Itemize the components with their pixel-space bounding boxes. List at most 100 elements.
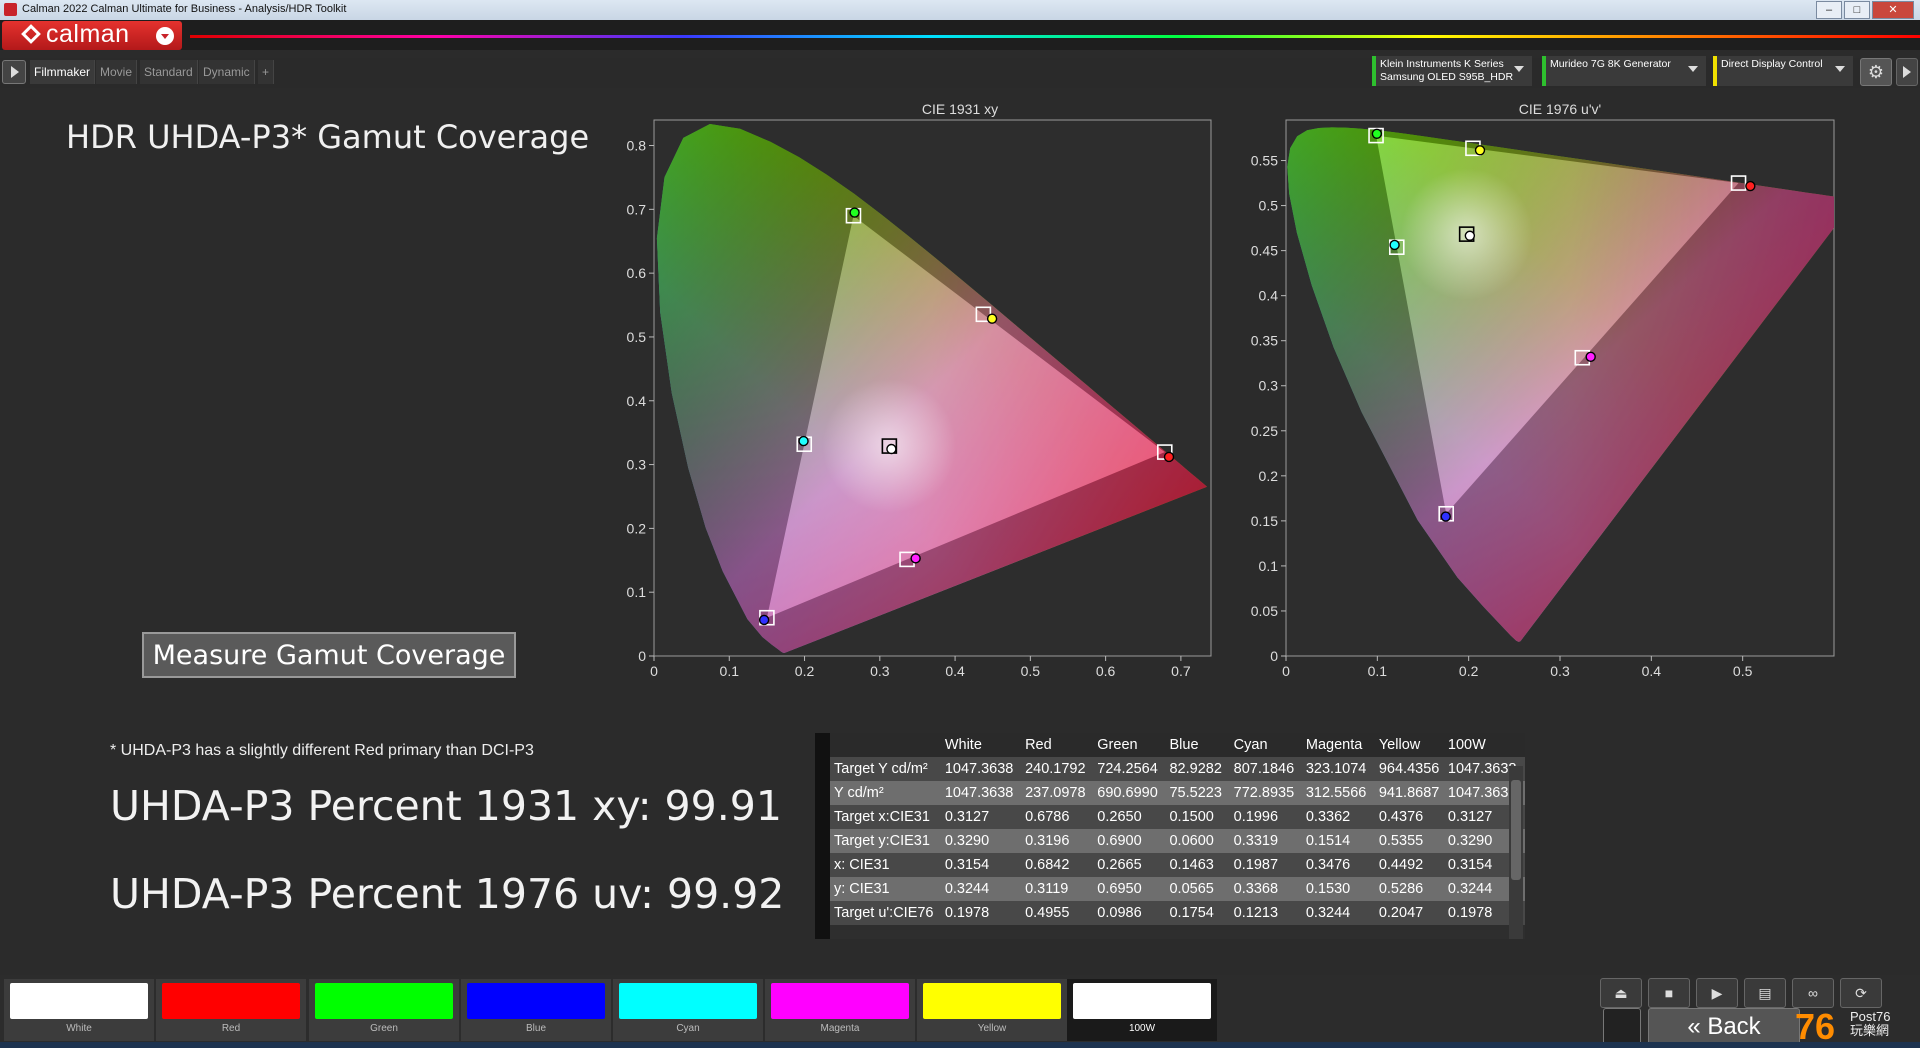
cie1976-chart: CIE 1976 u'v' 0 0.1 0.2 0.3 0.4 0.5 0 0.05 0.1 0.…: [1236, 96, 1836, 692]
measured-point-yellow: [986, 313, 998, 324]
swatch-magenta[interactable]: Magenta: [765, 979, 915, 1041]
column-header: Cyan: [1229, 733, 1302, 757]
table-row[interactable]: Target Y cd/m² 1047.3638 240.1792 724.2564 8…: [830, 757, 1525, 781]
play-workflow-icon[interactable]: [2, 60, 26, 84]
x-tick-label: 0.3: [870, 663, 890, 679]
tab-filmmaker[interactable]: Filmmaker: [30, 60, 95, 84]
maximize-button[interactable]: □: [1844, 1, 1870, 19]
device-generator-selector[interactable]: Murideo 7G 8K Generator: [1542, 56, 1706, 86]
snapshot-button[interactable]: [1603, 1008, 1641, 1046]
chevron-down-icon: [156, 27, 174, 45]
table-cell: 0.4376: [1374, 805, 1444, 829]
table-row[interactable]: y: CIE31 0.3244 0.3119 0.6950 0.0565 0.3368 0.…: [830, 877, 1525, 901]
add-tab-button[interactable]: +: [258, 60, 275, 84]
scrollbar-thumb[interactable]: [1511, 780, 1521, 880]
minimize-button[interactable]: –: [1816, 1, 1842, 19]
stop-icon[interactable]: ■: [1648, 978, 1690, 1008]
page-title: HDR UHDA-P3* Gamut Coverage: [66, 118, 590, 156]
measured-point-blue: [1440, 511, 1451, 522]
row-label: Target y:CIE31: [830, 829, 941, 853]
table-row[interactable]: Y cd/m² 1047.3638 237.0978 690.6990 75.5223 7…: [830, 781, 1525, 805]
window-titlebar: Calman 2022 Calman Ultimate for Business…: [0, 0, 1920, 20]
save-icon[interactable]: ▤: [1744, 978, 1786, 1008]
swatch-label: Yellow: [977, 1023, 1007, 1034]
back-button[interactable]: « Back: [1648, 1008, 1800, 1046]
gear-icon[interactable]: ⚙: [1860, 58, 1892, 86]
table-row[interactable]: x: CIE31 0.3154 0.6842 0.2665 0.1463 0.1987 0.…: [830, 853, 1525, 877]
table-cell: 1047.3638: [940, 757, 1022, 781]
column-header: Blue: [1165, 733, 1230, 757]
x-tick-label: 0: [1282, 663, 1290, 679]
table-cell: 1047.3638: [940, 781, 1022, 805]
y-tick-label: 0.4: [627, 393, 647, 409]
table-cell: 0.1978: [940, 901, 1022, 925]
x-tick-label: 0: [650, 663, 658, 679]
swatch-green[interactable]: Green: [309, 979, 459, 1041]
y-tick-label: 0.35: [1251, 333, 1278, 349]
table-row[interactable]: Target y:CIE31 0.3290 0.3196 0.6900 0.0600 0.…: [830, 829, 1525, 853]
swatch-100w[interactable]: 100W: [1067, 979, 1217, 1041]
table-cell: 0.3244: [1301, 901, 1375, 925]
cie1976-plot: 0 0.1 0.2 0.3 0.4 0.5 0 0.05 0.1 0.15 0.2 0.25 0.3 0.…: [1251, 119, 1835, 679]
device-meter-selector[interactable]: Klein Instruments K Series Samsung OLED …: [1372, 56, 1532, 86]
table-cell: 772.8935: [1229, 781, 1302, 805]
table-row[interactable]: Target u':CIE76 0.1978 0.4955 0.0986 0.1754 0…: [830, 901, 1525, 925]
device-generator-name: Murideo 7G 8K Generator: [1550, 58, 1671, 70]
swatch-yellow[interactable]: Yellow: [917, 979, 1067, 1041]
y-tick-label: 0.1: [627, 584, 647, 600]
row-label: Y cd/m²: [830, 781, 941, 805]
measured-point-magenta: [1585, 351, 1596, 363]
table-row[interactable]: Target x:CIE31 0.3127 0.6786 0.2650 0.1500 0.…: [830, 805, 1525, 829]
swatch-cyan[interactable]: Cyan: [613, 979, 763, 1041]
table-cell: 0.2665: [1093, 853, 1166, 877]
swatch-white[interactable]: White: [4, 979, 154, 1041]
measured-point-cyan: [1389, 239, 1400, 251]
loop-icon[interactable]: ∞: [1792, 978, 1834, 1008]
swatch-label: Green: [370, 1023, 398, 1034]
column-header: Magenta: [1301, 733, 1375, 757]
measured-point-red: [1745, 180, 1756, 192]
table-cell: 0.3196: [1021, 829, 1094, 853]
table-cell: 0.1213: [1229, 901, 1302, 925]
refresh-icon[interactable]: ⟳: [1840, 978, 1882, 1008]
swatch-color: [315, 983, 453, 1019]
window-title: Calman 2022 Calman Ultimate for Business…: [22, 3, 347, 15]
app-logo-text: calman: [46, 20, 130, 48]
measured-point-green: [1371, 128, 1383, 139]
device-display-selector[interactable]: Direct Display Control: [1713, 56, 1853, 86]
y-tick-label: 0.6: [627, 265, 647, 281]
device-meter-name: Klein Instruments K Series: [1380, 58, 1504, 70]
row-label: y: CIE31: [830, 877, 941, 901]
table-cell: 0.1754: [1165, 901, 1230, 925]
table-cell: 0.3154: [940, 853, 1022, 877]
swatch-color: [923, 983, 1061, 1019]
expand-panel-icon[interactable]: [1896, 58, 1918, 86]
tab-movie[interactable]: Movie: [96, 60, 138, 84]
play-icon[interactable]: ▶: [1696, 978, 1738, 1008]
table-cell: 941.8687: [1374, 781, 1444, 805]
swatch-label: Cyan: [676, 1023, 700, 1034]
swatch-blue[interactable]: Blue: [461, 979, 611, 1041]
swatch-red[interactable]: Red: [156, 979, 306, 1041]
measure-gamut-coverage-button[interactable]: Measure Gamut Coverage: [142, 632, 516, 678]
eject-icon[interactable]: ⏏: [1600, 978, 1642, 1008]
x-tick-label: 0.5: [1021, 663, 1041, 679]
calman-menu-button[interactable]: calman: [2, 20, 182, 50]
table-cell: 807.1846: [1229, 757, 1302, 781]
app-icon: [4, 3, 17, 16]
measurement-table: White Red Green Blue Cyan Magenta Yellow 100W T…: [815, 733, 1525, 939]
column-header: Yellow: [1374, 733, 1444, 757]
close-button[interactable]: ✕: [1872, 1, 1914, 19]
table-cell: 0.6950: [1093, 877, 1166, 901]
device-display-name: Direct Display Control: [1721, 58, 1823, 70]
table-body: Target Y cd/m² 1047.3638 240.1792 724.2564 8…: [830, 757, 1525, 925]
tab-standard[interactable]: Standard: [140, 60, 198, 84]
table-cell: 0.3319: [1229, 829, 1302, 853]
table-header-row: White Red Green Blue Cyan Magenta Yellow 100W: [830, 733, 1525, 757]
y-tick-label: 0: [638, 648, 646, 664]
tab-dynamic[interactable]: Dynamic: [199, 60, 255, 84]
table-scrollbar[interactable]: [1509, 766, 1523, 939]
table-row-header-strip: [815, 733, 830, 939]
device-meter-display: Samsung OLED S95B_HDR: [1380, 71, 1514, 83]
window-controls: – □ ✕: [1816, 1, 1914, 19]
